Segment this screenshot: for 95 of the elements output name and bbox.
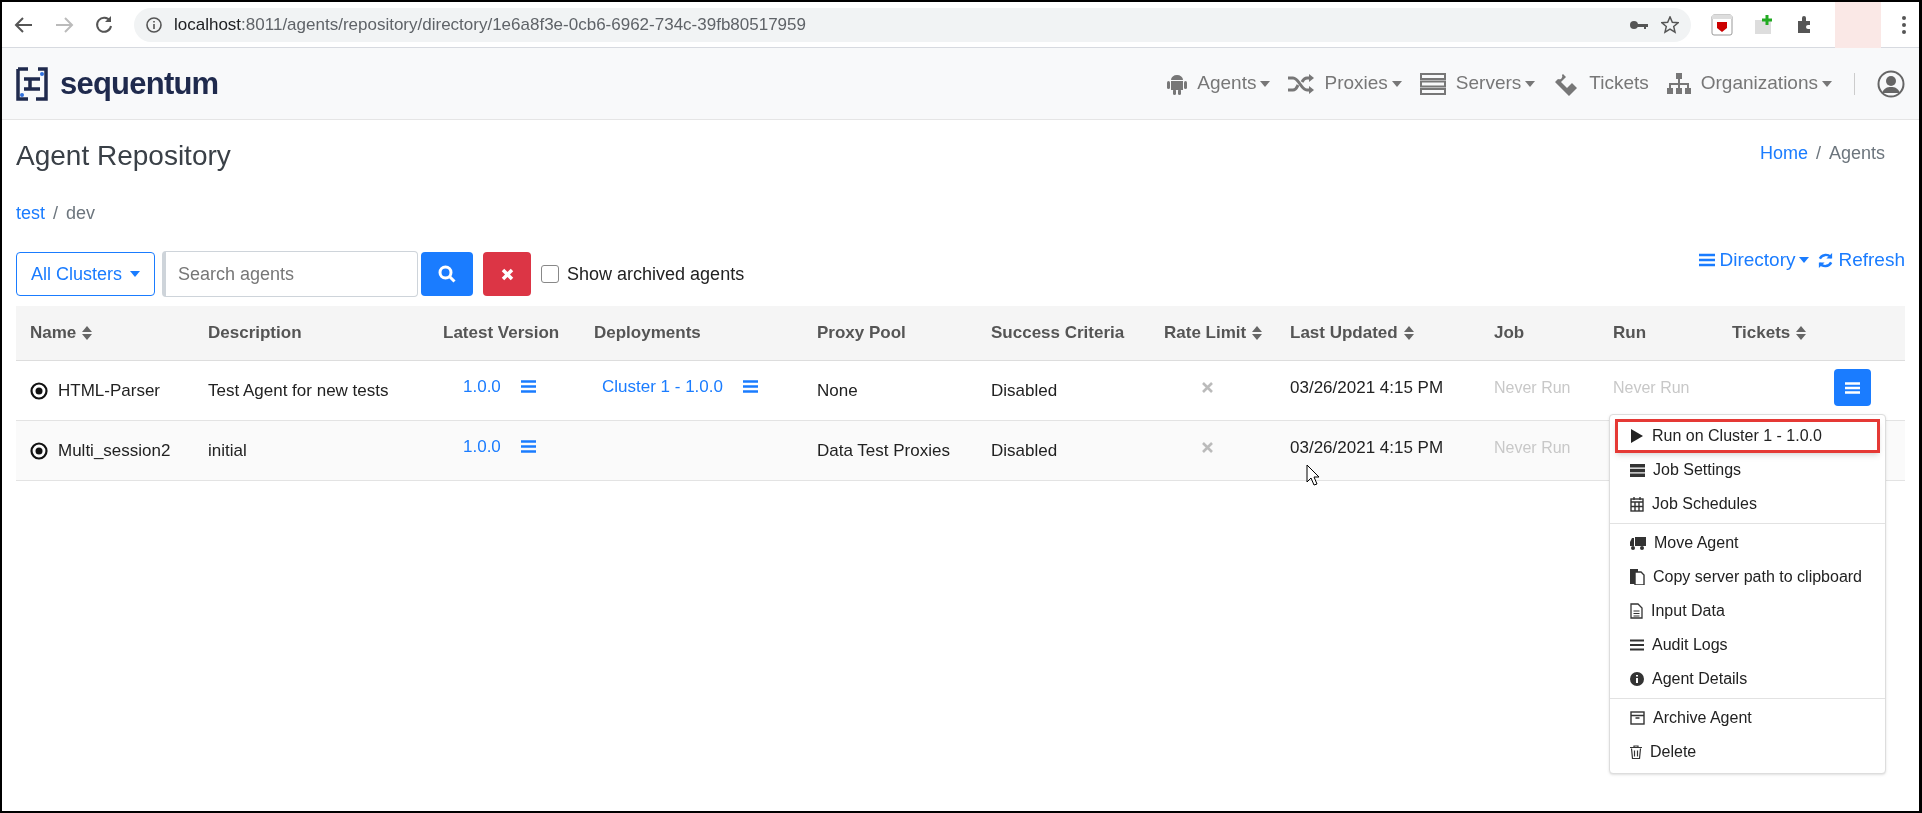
play-icon xyxy=(1630,429,1644,443)
table-cell-text: initial xyxy=(207,439,248,462)
table-cell-text: None xyxy=(816,379,859,402)
menu-item[interactable]: Job Schedules xyxy=(1615,487,1880,521)
list-icon xyxy=(1699,253,1716,268)
brand-name: sequentum xyxy=(60,68,219,99)
breadcrumb-link[interactable]: Home xyxy=(1759,140,1808,167)
breadcrumb-current: Agents xyxy=(1828,142,1885,165)
reload-icon[interactable] xyxy=(94,14,114,35)
refresh-link[interactable]: Refresh xyxy=(1817,246,1905,275)
column-header[interactable]: Rate Limit xyxy=(1159,320,1285,346)
info-icon[interactable] xyxy=(146,16,162,33)
menu-icon xyxy=(1845,381,1860,394)
menu-item[interactable]: Copy server path to clipboard xyxy=(1615,560,1880,594)
calendar-icon xyxy=(1630,496,1644,512)
refresh-icon xyxy=(1817,251,1835,269)
row-menu-button[interactable] xyxy=(1834,369,1871,406)
shuffle-icon xyxy=(1288,73,1315,94)
cluster-filter-dropdown[interactable]: All Clusters xyxy=(16,252,156,296)
menu-item[interactable]: Audit Logs xyxy=(1615,628,1880,662)
plus-extension-icon[interactable] xyxy=(1753,13,1775,36)
clear-button[interactable] xyxy=(483,252,532,296)
column-header[interactable]: Last Updated xyxy=(1285,320,1489,346)
column-header[interactable]: Name xyxy=(16,320,203,346)
server-icon xyxy=(1419,72,1446,95)
version-link[interactable]: 1.0.0 xyxy=(463,373,501,400)
nav-menu-item[interactable]: Organizations xyxy=(1666,69,1832,98)
agent-name: Multi_session2 xyxy=(58,439,171,462)
breadcrumb-link[interactable]: test xyxy=(16,199,45,227)
table-cell-text: 03/26/2021 4:15 PM xyxy=(1289,376,1445,399)
list-icon[interactable] xyxy=(742,380,758,393)
menu-item[interactable]: Archive Agent xyxy=(1615,701,1880,735)
shield-extension-icon[interactable] xyxy=(1711,13,1733,36)
user-avatar-icon[interactable] xyxy=(1877,69,1905,98)
menu-item[interactable]: Agent Details xyxy=(1615,662,1880,696)
android-icon xyxy=(1167,72,1188,95)
column-header: Proxy Pool xyxy=(816,322,907,345)
info-icon xyxy=(1630,672,1644,686)
archive-icon xyxy=(1630,711,1645,725)
nav-menu-item[interactable]: Agents xyxy=(1167,69,1271,98)
close-icon xyxy=(1202,382,1213,393)
search-field[interactable]: Search agents xyxy=(162,251,419,297)
search-button[interactable] xyxy=(421,252,474,296)
more-icon[interactable] xyxy=(1901,14,1907,35)
key-icon[interactable] xyxy=(1629,18,1649,31)
logo-icon xyxy=(16,66,48,101)
checkbox-label: Show archived agents xyxy=(567,262,745,286)
close-icon xyxy=(1202,442,1213,453)
breadcrumb-current: dev xyxy=(66,201,96,225)
list-icon[interactable] xyxy=(520,380,536,393)
column-header: Run xyxy=(1612,322,1648,345)
close-icon xyxy=(500,267,514,281)
nav-menu-item[interactable]: Proxies xyxy=(1288,69,1402,98)
page-title: Agent Repository xyxy=(16,139,231,173)
nav-menu-item[interactable]: Servers xyxy=(1419,69,1536,98)
trash-icon xyxy=(1630,745,1642,759)
directory-dropdown[interactable]: Directory xyxy=(1699,246,1810,275)
table-cell-text: Test Agent for new tests xyxy=(207,379,390,402)
table-cell-text: 03/26/2021 4:15 PM xyxy=(1289,436,1445,459)
menu-item[interactable]: Job Settings xyxy=(1615,453,1880,487)
version-link[interactable]: 1.0.0 xyxy=(463,433,501,460)
column-header: Job xyxy=(1493,322,1526,345)
address-bar[interactable]: localhost:8011/agents/repository/directory/1e6a8f3e-0cb6-6962-734c-39fb80517959 xyxy=(134,7,1691,42)
radio-icon xyxy=(30,381,48,400)
search-icon xyxy=(438,265,457,283)
truck-icon xyxy=(1630,536,1646,550)
file-icon xyxy=(1630,603,1643,619)
list-icon xyxy=(1630,639,1644,651)
table-cell-text: Data Test Proxies xyxy=(816,439,951,462)
caret-icon xyxy=(130,271,141,277)
column-header: Latest Version xyxy=(442,322,561,345)
checkbox[interactable] xyxy=(541,265,560,283)
star-icon[interactable] xyxy=(1661,15,1679,34)
agent-name: HTML-Parser xyxy=(58,379,160,402)
table-cell-text: Disabled xyxy=(990,379,1059,402)
nav-menu-item[interactable]: Tickets xyxy=(1553,69,1649,98)
menu-item[interactable]: Input Data xyxy=(1615,594,1880,628)
column-header[interactable]: Tickets xyxy=(1727,320,1834,346)
menu-item[interactable]: Move Agent xyxy=(1615,526,1880,560)
caret-icon xyxy=(1799,257,1810,264)
table-cell-text: Disabled xyxy=(990,439,1059,462)
menu-item[interactable]: Delete xyxy=(1615,735,1880,769)
breadcrumb-separator: / xyxy=(1815,142,1821,165)
sitemap-icon xyxy=(1666,72,1691,95)
radio-icon xyxy=(30,441,48,460)
list-icon[interactable] xyxy=(520,440,536,453)
server-icon xyxy=(1630,463,1645,477)
back-icon[interactable] xyxy=(14,15,34,34)
menu-item[interactable]: Run on Cluster 1 - 1.0.0 xyxy=(1615,419,1880,453)
deployment-link[interactable]: Cluster 1 - 1.0.0 xyxy=(602,373,723,400)
breadcrumb-separator: / xyxy=(53,201,59,225)
column-header: Description xyxy=(207,322,303,345)
column-header: Deployments xyxy=(593,322,702,345)
copy-icon xyxy=(1630,569,1645,585)
column-header: Success Criteria xyxy=(990,322,1126,345)
